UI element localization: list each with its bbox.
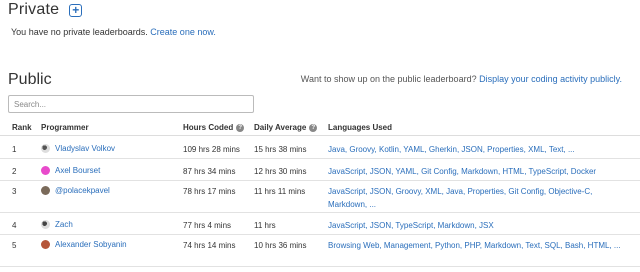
display-publicly-link[interactable]: Display your coding activity publicly. xyxy=(479,74,622,84)
daily-average-cell: 11 hrs 11 mins xyxy=(254,187,306,196)
avatar xyxy=(41,166,50,175)
hours-cell: 87 hrs 34 mins xyxy=(183,167,236,176)
table-header: Rank Programmer Hours Coded ? Daily Aver… xyxy=(0,118,640,136)
languages-link[interactable]: Java, Groovy, Kotlin, YAML, Gherkin, JSO… xyxy=(328,143,628,156)
languages-link[interactable]: JavaScript, JSON, Groovy, XML, Java, Pro… xyxy=(328,185,628,211)
column-programmer: Programmer xyxy=(41,123,89,132)
column-daily: Daily Average ? xyxy=(254,123,318,132)
rank-cell: 2 xyxy=(12,167,17,176)
languages-link[interactable]: Browsing Web, Management, Python, PHP, M… xyxy=(328,239,628,252)
daily-average-cell: 12 hrs 30 mins xyxy=(254,167,307,176)
column-hours: Hours Coded ? xyxy=(183,123,245,132)
help-icon[interactable]: ? xyxy=(309,123,318,132)
programmer-link[interactable]: Vladyslav Volkov xyxy=(55,144,115,153)
avatar xyxy=(41,144,50,153)
programmer-link[interactable]: Zach xyxy=(55,220,73,229)
plus-icon[interactable]: + xyxy=(69,3,83,17)
hours-cell: 74 hrs 14 mins xyxy=(183,241,236,250)
private-message-text: You have no private leaderboards. xyxy=(11,27,148,37)
table-row: 3 @polacekpavel 78 hrs 17 mins 11 hrs 11… xyxy=(0,181,640,213)
column-rank: Rank xyxy=(12,123,32,132)
column-daily-label: Daily Average xyxy=(254,123,307,132)
column-hours-label: Hours Coded xyxy=(183,123,234,132)
create-leaderboard-link[interactable]: Create one now. xyxy=(150,27,216,37)
hours-cell: 77 hrs 4 mins xyxy=(183,221,232,230)
column-languages: Languages Used xyxy=(328,123,393,132)
private-empty-message: You have no private leaderboards. Create… xyxy=(11,27,216,37)
languages-link[interactable]: JavaScript, JSON, TypeScript, Markdown, … xyxy=(328,219,628,232)
rank-cell: 5 xyxy=(12,241,17,250)
hours-cell: 78 hrs 17 mins xyxy=(183,187,236,196)
programmer-link[interactable]: @polacekpavel xyxy=(55,186,110,195)
daily-average-cell: 11 hrs xyxy=(254,221,276,230)
promo-text: Want to show up on the public leaderboar… xyxy=(300,74,477,84)
public-title: Public xyxy=(8,71,52,88)
programmer-cell: Alexander Sobyanin xyxy=(41,240,127,249)
table-row: 5 Alexander Sobyanin 74 hrs 14 mins 10 h… xyxy=(0,235,640,267)
table-row: 1 Vladyslav Volkov 109 hrs 28 mins 15 hr… xyxy=(0,137,640,159)
avatar xyxy=(41,240,50,249)
table-row: 4 Zach 77 hrs 4 mins 11 hrs JavaScript, … xyxy=(0,213,640,235)
avatar xyxy=(41,186,50,195)
hours-cell: 109 hrs 28 mins xyxy=(183,145,240,154)
daily-average-cell: 10 hrs 36 mins xyxy=(254,241,307,250)
avatar xyxy=(41,220,50,229)
public-promo: Want to show up on the public leaderboar… xyxy=(301,74,622,84)
programmer-link[interactable]: Alexander Sobyanin xyxy=(55,240,127,249)
daily-average-cell: 15 hrs 38 mins xyxy=(254,145,307,154)
rank-cell: 4 xyxy=(12,221,17,230)
rank-cell: 3 xyxy=(12,187,17,196)
programmer-cell: Zach xyxy=(41,220,73,229)
programmer-cell: @polacekpavel xyxy=(41,186,110,195)
rank-cell: 1 xyxy=(12,145,17,154)
help-icon[interactable]: ? xyxy=(236,123,245,132)
table-row: 2 Axel Bourset 87 hrs 34 mins 12 hrs 30 … xyxy=(0,159,640,181)
private-title: Private xyxy=(8,1,60,18)
programmer-cell: Vladyslav Volkov xyxy=(41,144,115,153)
search-input[interactable] xyxy=(8,95,254,113)
programmer-cell: Axel Bourset xyxy=(41,166,100,175)
private-section-header: Private + xyxy=(8,0,83,20)
languages-link[interactable]: JavaScript, JSON, YAML, Git Config, Mark… xyxy=(328,165,628,178)
programmer-link[interactable]: Axel Bourset xyxy=(55,166,100,175)
